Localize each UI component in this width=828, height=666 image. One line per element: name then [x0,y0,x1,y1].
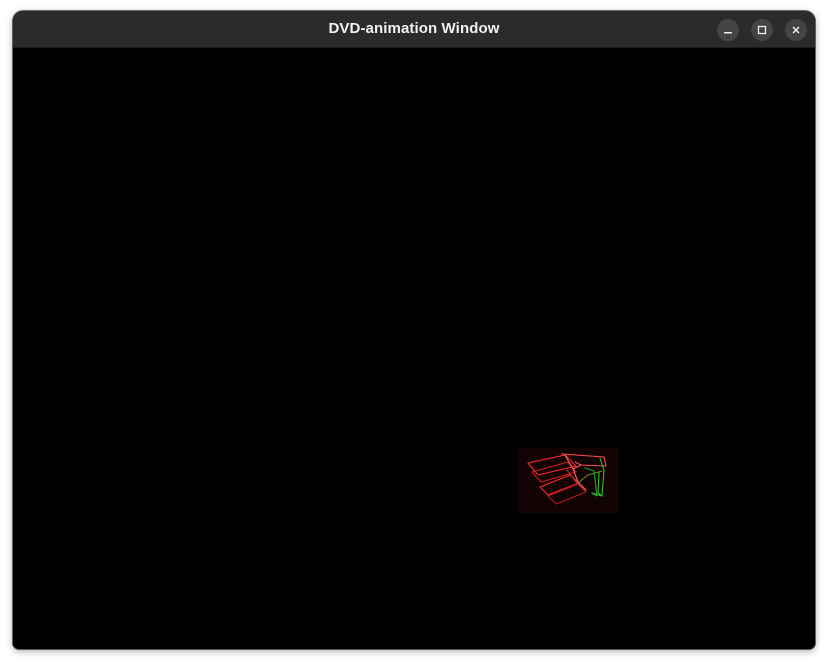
animation-canvas [13,48,815,649]
title-bar[interactable]: DVD-animation Window [13,11,815,48]
maximize-button[interactable] [751,19,773,41]
wireframe-chair-logo [518,448,619,513]
window-title: DVD-animation Window [328,20,500,37]
close-icon [791,25,801,35]
maximize-icon [757,25,767,35]
minimize-button[interactable] [717,19,739,41]
close-button[interactable] [785,19,807,41]
app-window: DVD-animation Window [13,11,815,649]
minimize-icon [723,25,733,35]
